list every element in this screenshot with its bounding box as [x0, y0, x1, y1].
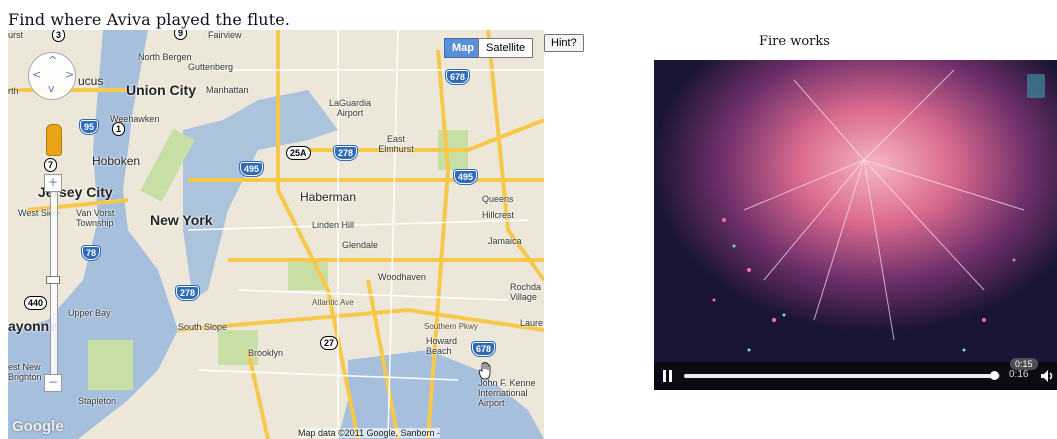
- page-prompt: Find where Aviva played the flute.: [8, 10, 291, 29]
- map-label-van-vorst: Van Vorst Township: [76, 208, 115, 228]
- pause-icon[interactable]: [663, 370, 673, 382]
- hint-button[interactable]: Hint?: [544, 34, 584, 52]
- map-label-woodhaven: Woodhaven: [378, 272, 426, 282]
- map-label-haberman: Haberman: [300, 190, 357, 204]
- map-label-stapleton: Stapleton: [78, 396, 117, 406]
- video-title: Fire works: [759, 34, 830, 49]
- volume-icon[interactable]: [1039, 368, 1055, 384]
- map-label-hillcrest: Hillcrest: [482, 210, 515, 220]
- pan-left-icon[interactable]: <: [32, 68, 41, 81]
- map-label-atlantic-ave: Atlantic Ave: [312, 298, 354, 307]
- interstate-shield-678: 678: [446, 70, 470, 84]
- map-label-rth: rth: [8, 86, 19, 96]
- channel-badge-icon: [1027, 74, 1045, 98]
- video-player[interactable]: 0:15 0:16: [654, 60, 1057, 390]
- map-label-glendale: Glendale: [342, 240, 379, 250]
- map-type-satellite-button[interactable]: Satellite: [478, 38, 534, 58]
- video-progress-fill: [684, 374, 994, 378]
- map-label-jamaica: Jamaica: [488, 236, 522, 246]
- pan-up-icon[interactable]: ^: [48, 54, 57, 67]
- pegman-icon[interactable]: [46, 124, 62, 156]
- pan-control[interactable]: ^ < > v: [28, 52, 76, 100]
- interstate-shield-495: 495: [240, 162, 264, 176]
- map-label-linden-hill: Linden Hill: [312, 220, 355, 230]
- route-shield-7: 7: [44, 158, 58, 172]
- map-type-map-button[interactable]: Map: [444, 38, 482, 58]
- map-label-rochdale: Rochda Village: [510, 282, 542, 302]
- map-attribution: Map data ©2011 Google, Sanborn -: [298, 428, 441, 438]
- pan-down-icon[interactable]: v: [48, 82, 55, 95]
- route-shield-27: 27: [320, 336, 339, 350]
- fireworks-video-frame: [654, 60, 1057, 362]
- video-time-label: 0:16: [1009, 369, 1029, 380]
- map-label-fairview: Fairview: [208, 30, 242, 40]
- interstate-shield-495-east: 495: [454, 170, 478, 184]
- map-label-new-york: New York: [150, 212, 213, 228]
- zoom-slider-thumb[interactable]: [46, 276, 60, 284]
- interstate-shield-678-south: 678: [472, 342, 496, 356]
- map-label-laure: Laure: [520, 318, 544, 328]
- map-label-laguardia: LaGuardia Airport: [328, 98, 372, 118]
- map-label-south-slope: South Slope: [178, 322, 228, 332]
- map-label-union-city: Union City: [126, 82, 196, 98]
- pan-right-icon[interactable]: >: [65, 68, 74, 81]
- interstate-shield-95: 95: [80, 120, 99, 134]
- map-label-east-elmhurst: East Elmhurst: [378, 134, 414, 154]
- map-label-manhattan: Manhattan: [206, 85, 249, 95]
- route-shield-25a: 25A: [286, 146, 311, 160]
- map-label-upper-bay: Upper Bay: [68, 308, 111, 318]
- google-logo: Google: [12, 418, 64, 435]
- map-label-brooklyn: Brooklyn: [248, 348, 284, 358]
- video-control-bar[interactable]: 0:15 0:16: [654, 358, 1057, 390]
- map-label-north-bergen: North Bergen: [138, 52, 192, 62]
- route-shield-440: 440: [24, 296, 48, 310]
- map-label-guttenberg: Guttenberg: [188, 62, 234, 72]
- us-shield-1: 1: [112, 122, 126, 136]
- map-label-jfk: John F. Kenne International Airport: [478, 378, 536, 408]
- interstate-shield-278: 278: [334, 146, 358, 160]
- map-label-howard-beach: Howard Beach: [426, 336, 458, 356]
- video-progress-bar[interactable]: 0:15: [684, 358, 1038, 380]
- map-label-hoboken: Hoboken: [92, 154, 141, 168]
- hand-cursor-icon: [478, 362, 491, 380]
- map-label-lucus: ucus: [78, 74, 104, 88]
- map-label-queens: Queens: [482, 194, 514, 204]
- map-label-southern-pkwy: Southern Pkwy: [424, 322, 478, 331]
- map-label-urst: urst: [8, 30, 24, 40]
- interstate-shield-278-south: 278: [176, 286, 200, 300]
- video-progress-knob[interactable]: [989, 371, 999, 380]
- map-tiles[interactable]: [8, 30, 544, 439]
- zoom-out-button[interactable]: −: [44, 374, 62, 392]
- google-map[interactable]: urst Fairview North Bergen Guttenberg rt…: [8, 30, 544, 439]
- zoom-in-button[interactable]: +: [44, 174, 62, 192]
- interstate-shield-78: 78: [82, 246, 101, 260]
